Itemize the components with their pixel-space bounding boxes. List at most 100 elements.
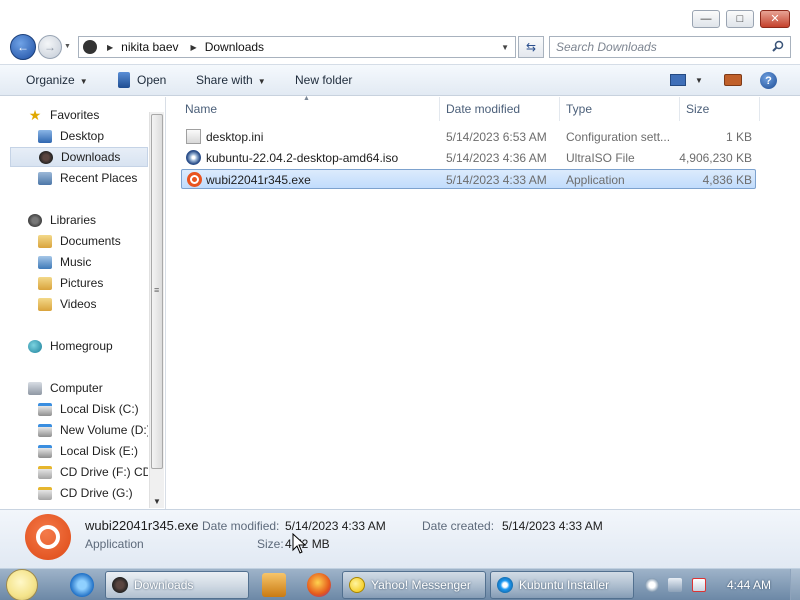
maximize-icon: □ [736,12,744,25]
start-button[interactable] [6,569,38,600]
nav-homegroup-label: Homegroup [50,339,113,353]
refresh-button[interactable]: ⇆ [518,36,544,58]
libraries-icon [28,213,42,227]
open-button[interactable]: Open [137,73,166,87]
organize-button[interactable]: Organize ▼ [26,73,88,87]
hard-drive-icon [38,402,52,416]
file-name: desktop.ini [206,130,264,144]
breadcrumb-separator-icon[interactable]: ▶ [107,43,113,52]
nav-scrollbar[interactable]: ≡ ▼ [149,112,164,508]
tray-status-icon[interactable] [645,578,659,592]
open-program-icon[interactable] [118,72,130,88]
internet-explorer-icon[interactable] [70,573,94,597]
nav-downloads-label: Downloads [61,150,121,164]
nav-music-label: Music [60,255,92,269]
nav-local-disk-e-label: Local Disk (E:) [60,444,139,458]
nav-music[interactable]: Music [38,252,91,272]
file-date: 5/14/2023 4:36 AM [446,151,547,165]
volume-muted-icon[interactable] [692,578,706,592]
taskbar-downloads[interactable]: Downloads [105,571,249,599]
nav-favorites[interactable]: ★ Favorites [28,105,100,125]
nav-documents-label: Documents [60,234,121,248]
maximize-button[interactable]: □ [726,10,754,28]
computer-icon [28,381,42,395]
nav-pictures-label: Pictures [60,276,104,290]
column-type[interactable]: Type [560,97,680,121]
help-icon[interactable]: ? [760,72,777,89]
recent-pages-dropdown[interactable]: ▼ [64,43,71,50]
disc-image-icon [186,150,201,165]
nav-documents[interactable]: Documents [38,231,121,251]
back-button[interactable]: ← [10,34,36,60]
nav-cd-drive-g[interactable]: CD Drive (G:) [38,483,148,503]
documents-icon [38,234,52,248]
preview-pane-icon[interactable] [724,74,742,86]
close-icon: ✕ [770,12,780,25]
search-icon[interactable] [772,40,784,52]
taskbar-kubuntu-installer[interactable]: Kubuntu Installer [490,571,634,599]
nav-new-volume-d-label: New Volume (D:) [60,423,148,437]
taskbar-yahoo-messenger[interactable]: Yahoo! Messenger [342,571,486,599]
organize-label: Organize [26,73,75,87]
nav-computer[interactable]: Computer [28,378,103,398]
nav-computer-label: Computer [50,381,103,395]
nav-desktop-label: Desktop [60,129,105,143]
nav-desktop[interactable]: Desktop [38,126,104,146]
minimize-icon: — [700,12,712,25]
nav-cd-drive-f[interactable]: CD Drive (F:) CDR [38,462,148,482]
file-list: ▲ Name Date modified Type Size desktop.i… [167,95,800,509]
close-button[interactable]: ✕ [760,10,790,28]
nav-downloads[interactable]: Downloads [10,147,148,167]
file-row-kubuntu-iso[interactable]: kubuntu-22.04.2-desktop-amd64.iso 5/14/2… [181,148,756,168]
forward-arrow-icon: → [44,40,56,54]
downloads-folder-icon [83,40,97,54]
file-size: 4,836 KB [702,173,752,187]
file-row-wubi-exe[interactable]: wubi22041r345.exe 5/14/2023 4:33 AM Appl… [181,169,756,189]
recent-places-icon [38,171,52,185]
nav-new-volume-d[interactable]: New Volume (D:) [38,420,148,440]
nav-local-disk-e[interactable]: Local Disk (E:) [38,441,148,461]
details-pane: wubi22041r345.exe Application Date modif… [0,509,800,568]
file-row-desktop-ini[interactable]: desktop.ini 5/14/2023 6:53 AM Configurat… [181,127,756,147]
file-type: Configuration sett... [566,130,671,144]
search-input[interactable]: Search Downloads [549,36,791,58]
nav-pictures[interactable]: Pictures [38,273,103,293]
network-icon[interactable] [668,578,682,592]
nav-homegroup[interactable]: Homegroup [28,336,113,356]
firefox-icon[interactable] [307,573,331,597]
details-file-name: wubi22041r345.exe [85,518,199,533]
breadcrumb-user[interactable]: nikita baev [121,40,178,54]
new-folder-button[interactable]: New folder [295,73,352,87]
address-bar[interactable]: ▶ nikita baev ▶ Downloads ▼ [78,36,516,58]
change-view-icon[interactable] [670,74,686,86]
nav-recent-places[interactable]: Recent Places [38,168,137,188]
nav-favorites-label: Favorites [50,108,100,122]
clock[interactable]: 4:44 AM [727,578,771,592]
file-date: 5/14/2023 4:33 AM [446,173,547,187]
ubuntu-logo-icon [25,514,71,560]
nav-scrollbar-thumb[interactable]: ≡ [151,114,163,469]
show-desktop-button[interactable] [790,569,800,600]
column-name[interactable]: Name [179,97,440,121]
scroll-down-arrow-icon[interactable]: ▼ [153,497,161,506]
file-name: wubi22041r345.exe [206,173,311,187]
nav-local-disk-c[interactable]: Local Disk (C:) [38,399,148,419]
view-options-dropdown-icon[interactable]: ▼ [695,76,703,85]
nav-libraries-label: Libraries [50,213,97,227]
column-size[interactable]: Size [680,97,760,121]
breadcrumb-separator-icon[interactable]: ▶ [191,43,197,52]
star-icon: ★ [28,107,42,123]
details-date-created: 5/14/2023 4:33 AM [502,519,603,533]
media-player-icon[interactable] [262,573,286,597]
breadcrumb-downloads[interactable]: Downloads [205,40,264,54]
address-dropdown-icon[interactable]: ▼ [501,43,509,52]
chevron-down-icon: ▼ [257,77,266,86]
column-date-modified[interactable]: Date modified [440,97,560,121]
pictures-icon [38,276,52,290]
cd-drive-icon [38,486,52,500]
minimize-button[interactable]: — [692,10,720,28]
forward-button[interactable]: → [38,35,62,59]
nav-libraries[interactable]: Libraries [28,210,96,230]
nav-videos[interactable]: Videos [38,294,96,314]
share-with-button[interactable]: Share with ▼ [196,73,266,87]
